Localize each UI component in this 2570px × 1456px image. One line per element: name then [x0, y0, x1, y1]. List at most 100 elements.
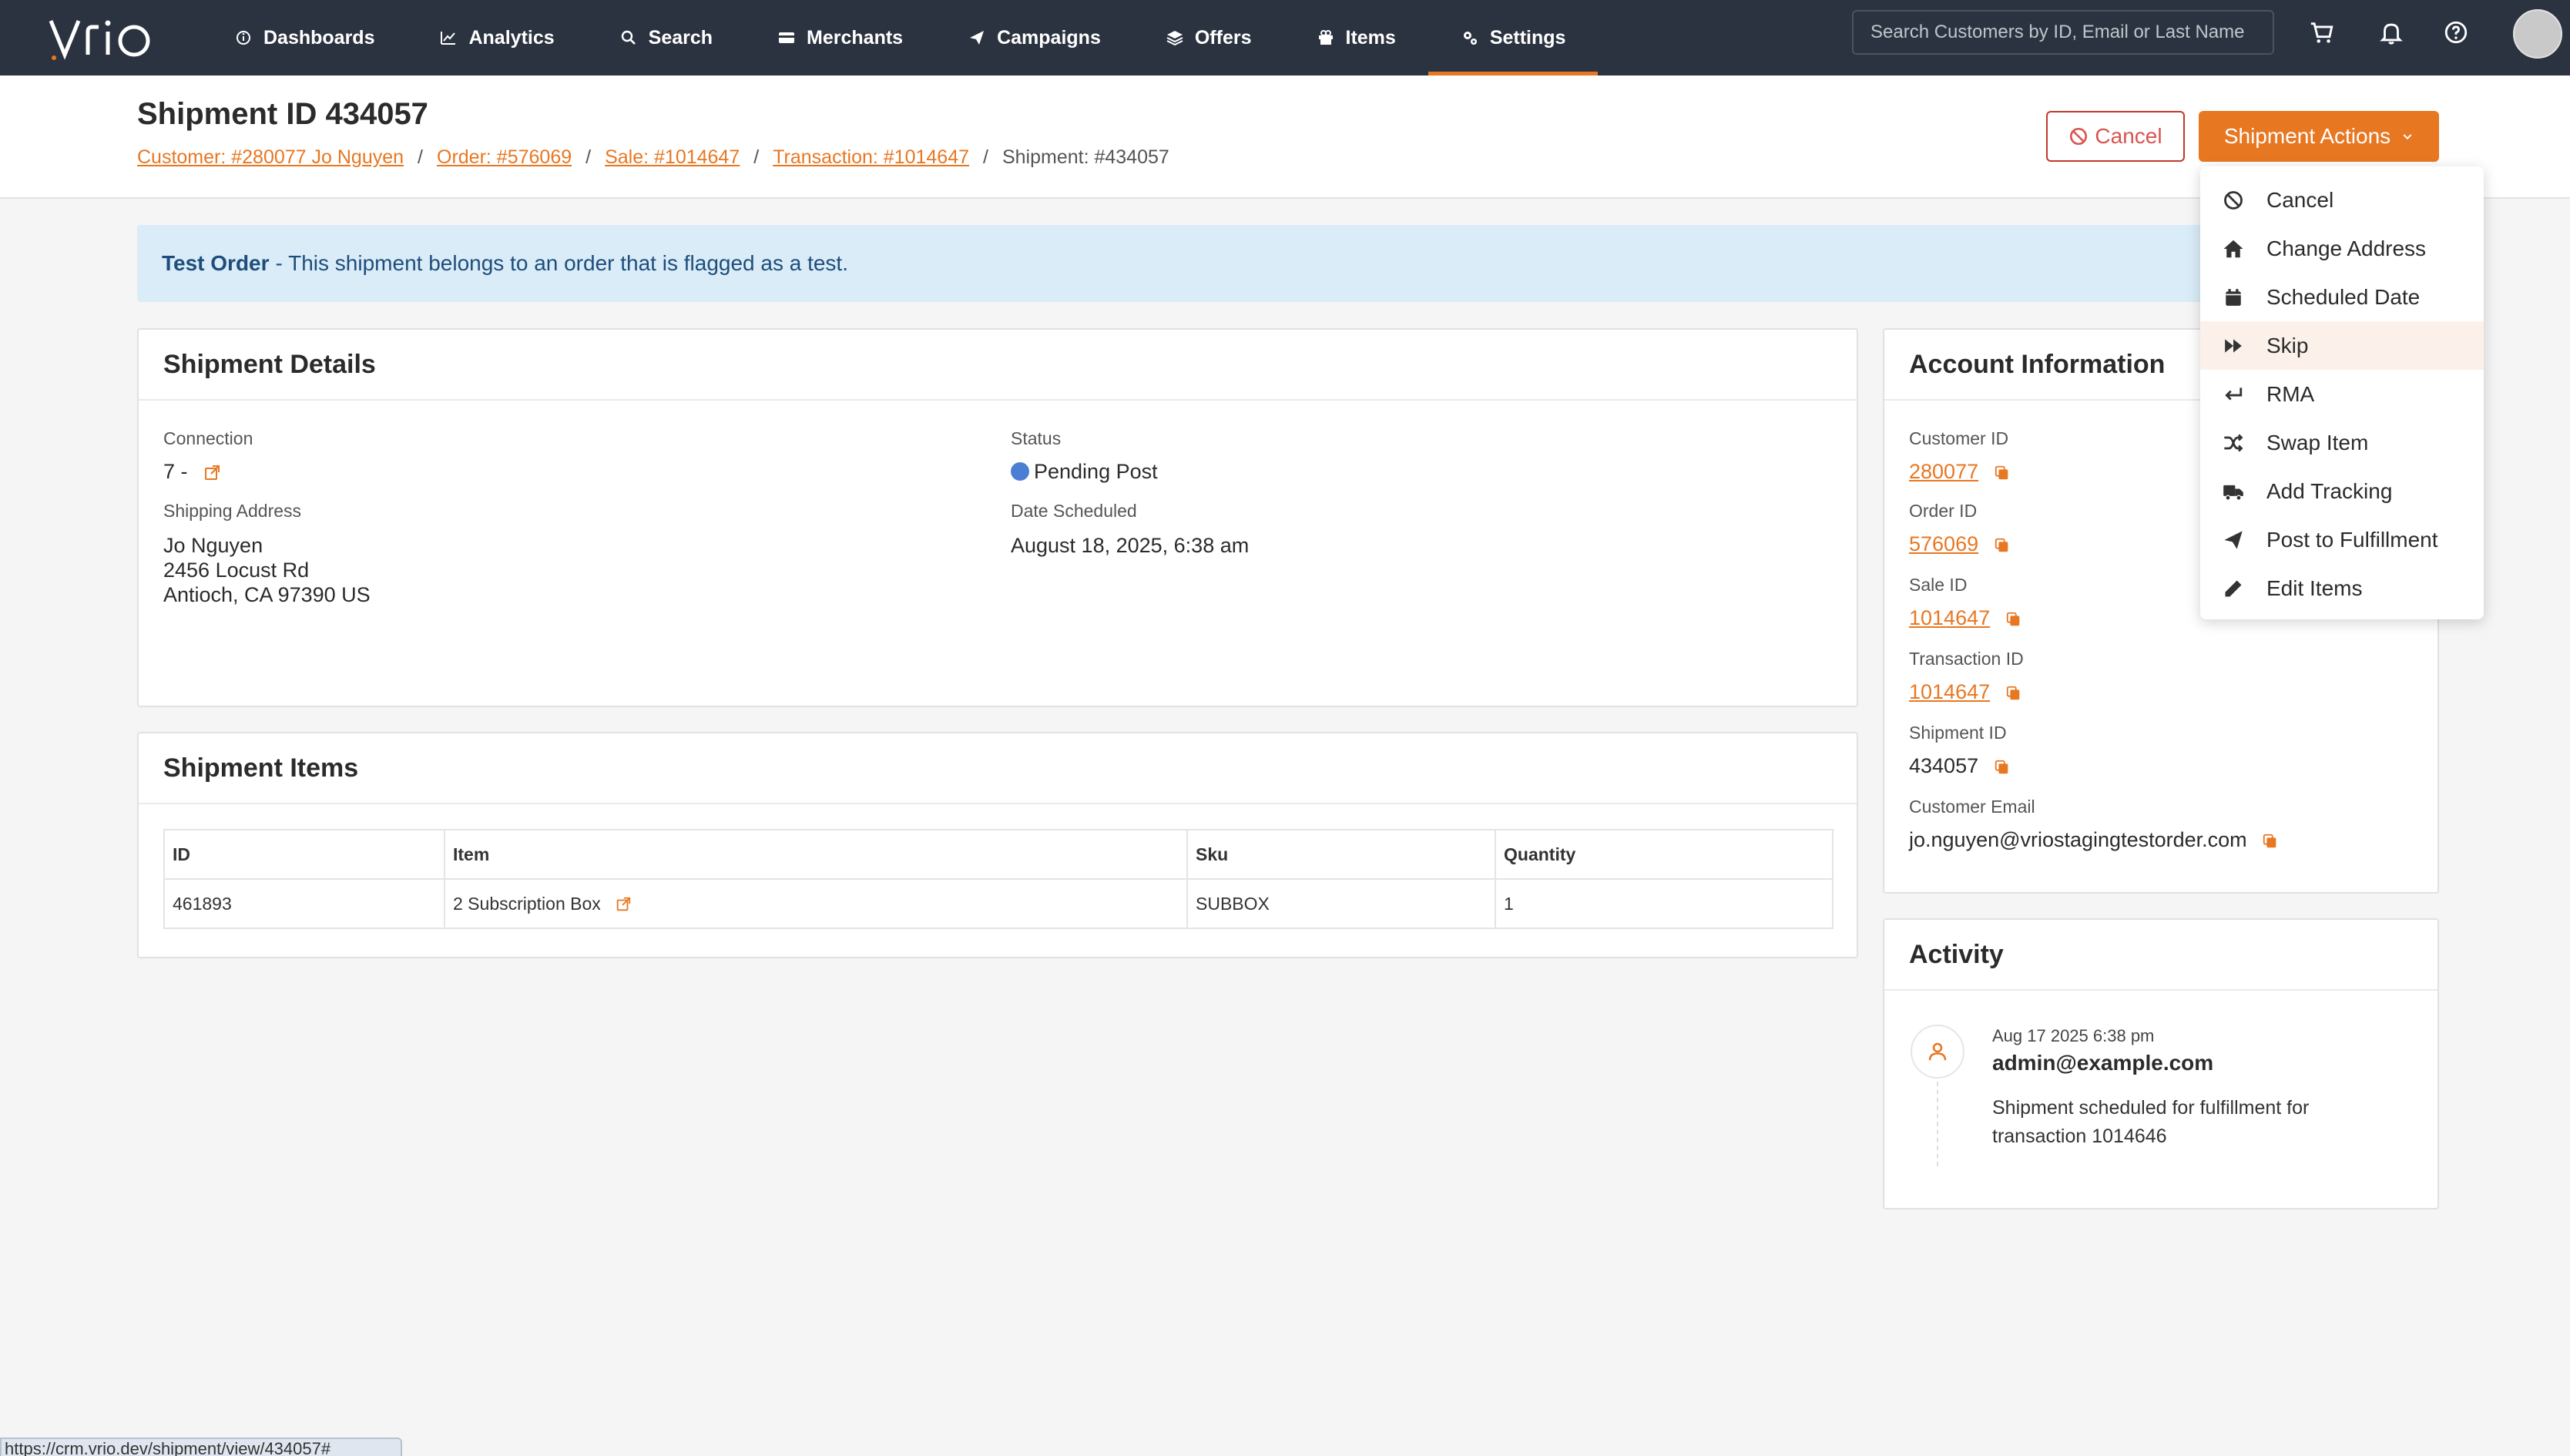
cancel-shipment-button[interactable]: Cancel [2046, 111, 2185, 162]
shipment-id-text: 434057 [1909, 754, 1979, 777]
card-header: Activity [1884, 920, 2437, 991]
card-title: Activity [1909, 939, 2004, 969]
external-link-icon[interactable] [203, 464, 221, 482]
breadcrumb-separator: / [418, 146, 423, 168]
activity-user: admin@example.com [1992, 1051, 2214, 1075]
sale-id-link[interactable]: 1014647 [1909, 606, 1990, 629]
help-icon[interactable] [2441, 17, 2471, 48]
alert-strong: Test Order [162, 251, 270, 275]
nav-label: Items [1345, 26, 1396, 49]
menu-item-label: Change Address [2266, 236, 2427, 260]
menu-item-label: Swap Item [2266, 430, 2369, 455]
breadcrumb-transaction[interactable]: Transaction: #1014647 [773, 146, 969, 169]
table-row: 461893 2 Subscription Box SUBBOX 1 [163, 878, 1834, 929]
customer-id-value: 280077 [1909, 459, 2011, 484]
menu-item-cancel[interactable]: Cancel [2200, 176, 2484, 224]
address-line: 2456 Locust Rd [163, 559, 310, 582]
breadcrumb-current: Shipment: #434057 [1001, 146, 1169, 168]
menu-item-change-address[interactable]: Change Address [2200, 224, 2484, 273]
ban-icon [2070, 127, 2088, 146]
nav-analytics[interactable]: Analytics [407, 0, 586, 75]
activity-message-line: Shipment scheduled for fulfillment for [1992, 1097, 2310, 1119]
return-arrow-icon [2222, 383, 2245, 406]
nav-merchants[interactable]: Merchants [745, 0, 935, 75]
item-quantity: 1 [1495, 878, 1834, 929]
item-name: 2 Subscription Box [453, 893, 601, 914]
transaction-id-label: Transaction ID [1909, 649, 2024, 669]
column-header: Sku [1186, 829, 1496, 880]
breadcrumb-separator: / [753, 146, 760, 168]
shipment-actions-label: Shipment Actions [2223, 124, 2391, 148]
user-avatar[interactable] [2513, 9, 2562, 59]
breadcrumb-sale[interactable]: Sale: #1014647 [605, 146, 740, 169]
breadcrumb-customer[interactable]: Customer: #280077 Jo Nguyen [137, 146, 404, 169]
sale-id-label: Sale ID [1909, 575, 1968, 595]
customer-id-link[interactable]: 280077 [1909, 460, 1978, 483]
copy-icon[interactable] [1994, 465, 2011, 481]
breadcrumb-order[interactable]: Order: #576069 [437, 146, 572, 169]
activity-time: Aug 17 2025 6:38 pm [1992, 1026, 2155, 1045]
home-icon [2222, 237, 2245, 260]
nav-campaigns[interactable]: Campaigns [935, 0, 1133, 75]
nav-settings[interactable]: Settings [1428, 0, 1599, 75]
status-text: Pending Post [1034, 460, 1158, 483]
nav-items[interactable]: Items [1284, 0, 1428, 75]
transaction-id-link[interactable]: 1014647 [1909, 680, 1990, 703]
nav-dashboards[interactable]: Dashboards [202, 0, 407, 75]
card-header: Shipment Details [139, 330, 1857, 401]
nav-offers[interactable]: Offers [1133, 0, 1284, 75]
search-icon [621, 30, 636, 45]
transaction-id-value: 1014647 [1909, 679, 2022, 704]
table-header-row: ID Item Sku Quantity [163, 829, 1834, 880]
nav-search[interactable]: Search [587, 0, 745, 75]
menu-item-add-tracking[interactable]: Add Tracking [2200, 467, 2484, 515]
shuffle-icon [2222, 431, 2245, 455]
test-order-alert: Test Order - This shipment belongs to an… [137, 225, 2448, 302]
menu-item-label: Cancel [2266, 187, 2334, 212]
customer-search-input[interactable] [1852, 10, 2274, 55]
activity-user-avatar [1911, 1025, 1964, 1079]
external-link-icon[interactable] [615, 896, 632, 913]
copy-icon[interactable] [2005, 685, 2022, 702]
menu-item-post-to-fulfillment[interactable]: Post to Fulfillment [2200, 515, 2484, 564]
menu-item-rma[interactable]: RMA [2200, 370, 2484, 418]
item-name-cell: 2 Subscription Box [444, 878, 1188, 929]
cancel-label: Cancel [2095, 124, 2162, 148]
page-header: Shipment ID 434057 Customer: #280077 Jo … [0, 75, 2570, 199]
activity-timeline-line [1937, 1082, 1938, 1166]
order-id-link[interactable]: 576069 [1909, 532, 1978, 555]
item-sku: SUBBOX [1186, 878, 1496, 929]
menu-item-label: Scheduled Date [2266, 284, 2421, 309]
menu-item-skip[interactable]: Skip [2200, 321, 2484, 370]
menu-item-label: RMA [2266, 381, 2315, 406]
paper-plane-icon [970, 31, 985, 45]
copy-icon[interactable] [1994, 759, 2011, 776]
alert-text: - This shipment belongs to an order that… [275, 251, 848, 275]
breadcrumb-separator: / [585, 146, 592, 168]
paper-plane-icon [2222, 528, 2245, 552]
address-line: Jo Nguyen [163, 534, 263, 557]
nav-label: Campaigns [997, 26, 1101, 49]
menu-item-scheduled-date[interactable]: Scheduled Date [2200, 273, 2484, 321]
main-nav: Dashboards Analytics Search Merchants Ca… [202, 0, 1599, 75]
customer-email-label: Customer Email [1909, 797, 2035, 817]
copy-icon[interactable] [1994, 537, 2011, 554]
menu-item-edit-items[interactable]: Edit Items [2200, 564, 2484, 612]
copy-icon[interactable] [2262, 833, 2279, 850]
status-dot [1011, 462, 1029, 481]
shipment-actions-button[interactable]: Shipment Actions [2199, 111, 2439, 162]
copy-icon[interactable] [2005, 611, 2022, 628]
gears-icon [1463, 32, 1477, 45]
column-header: ID [163, 829, 445, 880]
line-chart-icon [441, 32, 456, 45]
vrio-logo[interactable] [48, 11, 163, 65]
nav-label: Merchants [807, 26, 904, 49]
cart-icon[interactable] [2307, 17, 2337, 48]
menu-item-swap-item[interactable]: Swap Item [2200, 418, 2484, 467]
chevron-down-icon [2403, 134, 2412, 140]
activity-message-line: transaction 1014646 [1992, 1126, 2167, 1147]
address-line: Antioch, CA 97390 US [163, 583, 371, 606]
connection-text: 7 - [163, 460, 188, 483]
shipping-address: Jo Nguyen 2456 Locust Rd Antioch, CA 973… [163, 533, 371, 607]
bell-icon[interactable] [2376, 17, 2407, 48]
